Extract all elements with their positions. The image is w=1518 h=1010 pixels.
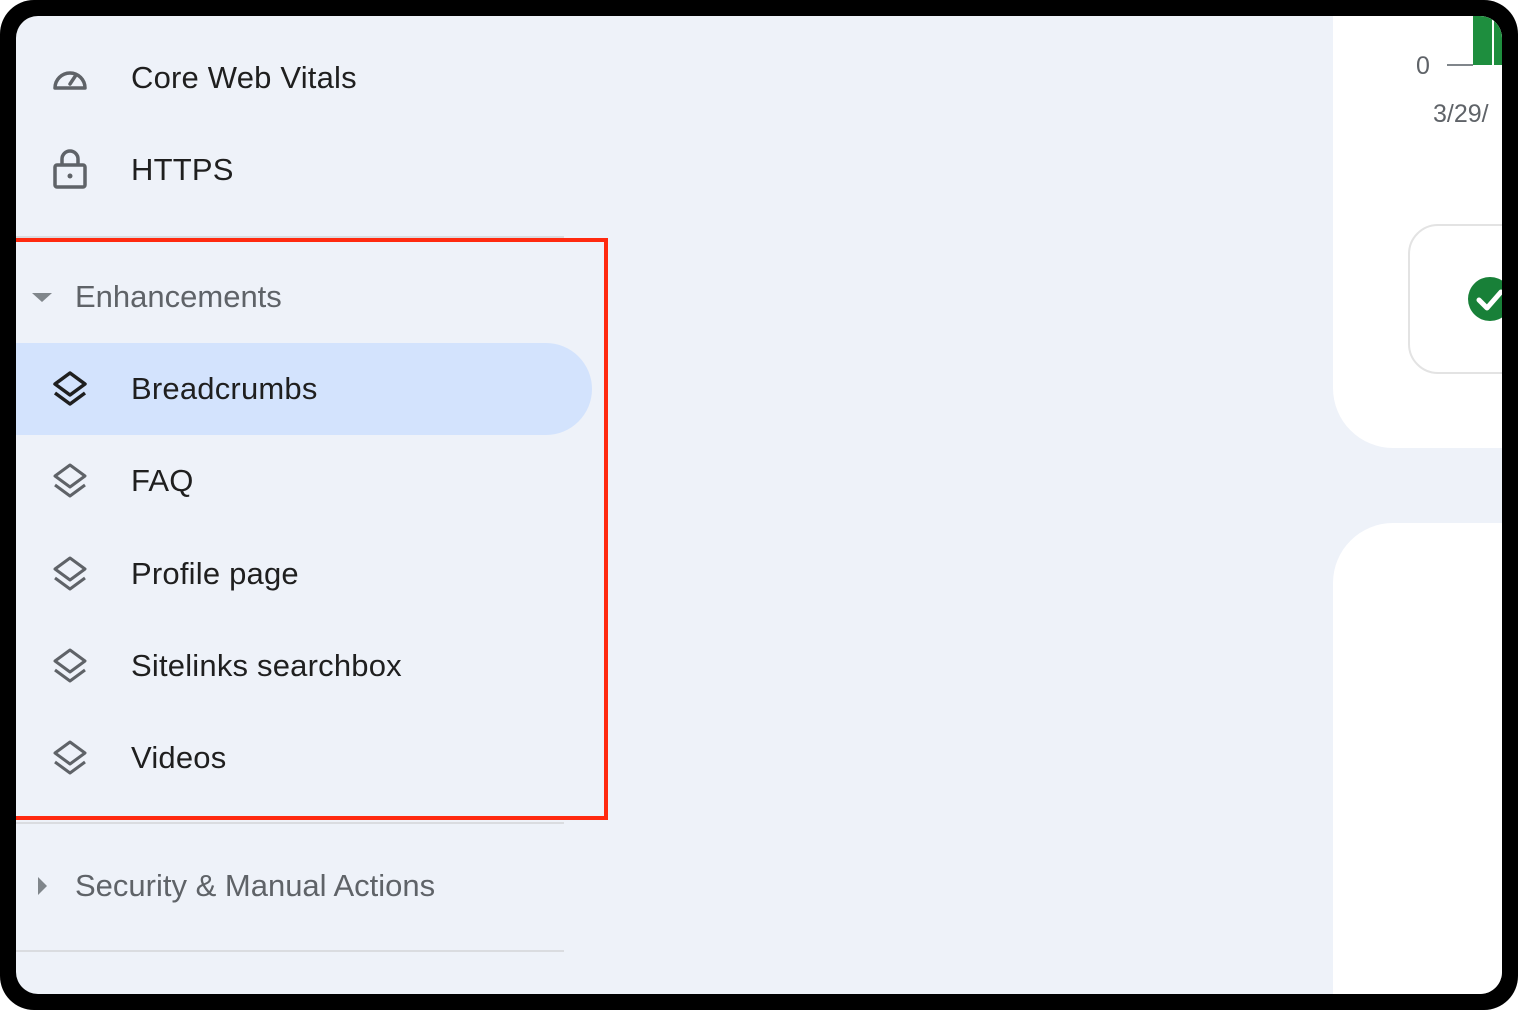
- section-title: Security & Manual Actions: [75, 868, 436, 903]
- content-card: [1333, 523, 1502, 994]
- chart-bar: [1473, 16, 1502, 65]
- screen: Core Web Vitals HTTPS Enhancements Bread…: [16, 16, 1502, 994]
- sidebar-item-label: Core Web Vitals: [131, 60, 357, 95]
- sidebar-item-core-web-vitals[interactable]: Core Web Vitals: [16, 32, 592, 124]
- caret-right-icon: [38, 877, 47, 895]
- highlight-box: [16, 238, 608, 820]
- sidebar-item-https[interactable]: HTTPS: [16, 124, 592, 216]
- lock-icon: [53, 149, 87, 189]
- y-tick-label: 0: [1416, 52, 1430, 80]
- device-frame: Core Web Vitals HTTPS Enhancements Bread…: [0, 0, 1518, 1010]
- status-card[interactable]: [1408, 224, 1502, 374]
- bar-gap: [1492, 16, 1494, 65]
- x-tick-label: 3/29/: [1433, 100, 1489, 128]
- chart-card: 0 3/29/: [1333, 16, 1502, 448]
- check-circle-icon: [1468, 277, 1502, 321]
- divider: [16, 822, 564, 824]
- sidebar-item-label: HTTPS: [131, 152, 234, 187]
- axis-line: [1447, 64, 1473, 66]
- speedometer-icon: [53, 71, 87, 90]
- divider: [16, 950, 564, 952]
